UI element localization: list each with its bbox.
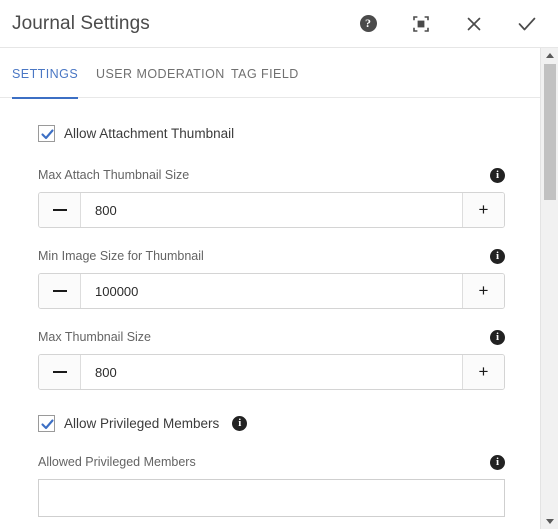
tab-settings-label: SETTINGS (12, 67, 79, 81)
min-image-size-for-thumbnail-label: Min Image Size for Thumbnail (38, 249, 204, 263)
checkmark-icon (41, 418, 54, 429)
plus-icon: + (478, 362, 489, 381)
allowed-privileged-members-label-row: Allowed Privileged Members i (38, 453, 505, 471)
info-icon[interactable]: i (490, 454, 505, 470)
scroll-down-button[interactable] (541, 514, 558, 529)
info-icon[interactable]: i (490, 248, 505, 264)
scrollbar-thumb[interactable] (544, 64, 556, 200)
settings-content: Allow Attachment Thumbnail Max Attach Th… (0, 99, 540, 529)
field-max-attach-thumbnail-size: Max Attach Thumbnail Size i + (38, 166, 505, 228)
minus-icon (52, 209, 67, 211)
allowed-privileged-members-input[interactable] (38, 479, 505, 517)
field-min-image-size-for-thumbnail: Min Image Size for Thumbnail i + (38, 247, 505, 309)
header-actions: ? (355, 0, 540, 47)
close-icon (467, 17, 481, 30)
allow-attachment-thumbnail-checkbox[interactable] (38, 124, 55, 142)
max-thumbnail-size-label: Max Thumbnail Size (38, 330, 152, 344)
chevron-up-icon (545, 53, 554, 58)
settings-form: Allow Attachment Thumbnail Max Attach Th… (38, 99, 505, 529)
vertical-scrollbar[interactable] (540, 48, 558, 529)
tab-user-moderation[interactable]: USER MODERATION (96, 67, 225, 81)
allow-privileged-members-checkbox[interactable] (38, 414, 55, 432)
journal-settings-dialog: Journal Settings ? SETTINGS USER MODERAT… (0, 0, 558, 529)
field-max-thumbnail-size: Max Thumbnail Size i + (38, 328, 505, 390)
tab-tag-field-label: TAG FIELD (231, 67, 299, 81)
min-image-size-label-row: Min Image Size for Thumbnail i (38, 247, 505, 265)
plus-icon: + (478, 281, 489, 300)
min-image-size-for-thumbnail-input[interactable] (81, 274, 462, 308)
fullscreen-button[interactable] (408, 11, 434, 37)
info-icon[interactable]: i (490, 167, 505, 183)
allowed-privileged-members-label: Allowed Privileged Members (38, 455, 196, 469)
help-button[interactable]: ? (355, 11, 381, 37)
tab-bar: SETTINGS USER MODERATION TAG FIELD (0, 48, 540, 100)
minus-icon (52, 290, 67, 292)
max-attach-thumbnail-size-stepper: + (38, 192, 505, 228)
help-icon: ? (359, 15, 377, 32)
checkmark-icon (41, 128, 54, 139)
tab-tag-field[interactable]: TAG FIELD (231, 67, 299, 81)
info-icon[interactable]: i (490, 329, 505, 345)
max-attach-thumbnail-size-label-row: Max Attach Thumbnail Size i (38, 166, 505, 184)
dialog-header: Journal Settings ? (0, 0, 558, 48)
fullscreen-icon (413, 15, 429, 32)
check-icon (518, 17, 536, 30)
max-attach-thumbnail-size-increment[interactable]: + (462, 193, 504, 227)
max-thumbnail-size-input[interactable] (81, 355, 462, 389)
tab-settings[interactable]: SETTINGS (12, 67, 79, 100)
scroll-up-button[interactable] (541, 48, 558, 63)
allow-privileged-members-label: Allow Privileged Members (64, 415, 220, 431)
info-icon[interactable]: i (232, 415, 248, 431)
max-thumbnail-size-decrement[interactable] (39, 355, 81, 389)
max-thumbnail-size-stepper: + (38, 354, 505, 390)
plus-icon: + (478, 200, 489, 219)
page-title: Journal Settings (12, 13, 150, 34)
max-attach-thumbnail-size-input[interactable] (81, 193, 462, 227)
min-image-size-for-thumbnail-increment[interactable]: + (462, 274, 504, 308)
tab-user-moderation-label: USER MODERATION (96, 67, 225, 81)
max-thumbnail-size-label-row: Max Thumbnail Size i (38, 328, 505, 346)
min-image-size-for-thumbnail-decrement[interactable] (39, 274, 81, 308)
confirm-button[interactable] (514, 11, 540, 37)
max-thumbnail-size-increment[interactable]: + (462, 355, 504, 389)
minus-icon (52, 371, 67, 373)
field-allow-privileged-members[interactable]: Allow Privileged Members i (38, 412, 505, 434)
chevron-down-icon (545, 519, 554, 524)
close-button[interactable] (461, 11, 487, 37)
max-attach-thumbnail-size-decrement[interactable] (39, 193, 81, 227)
field-allow-attachment-thumbnail[interactable]: Allow Attachment Thumbnail (38, 122, 505, 144)
max-attach-thumbnail-size-label: Max Attach Thumbnail Size (38, 168, 190, 182)
field-allowed-privileged-members: Allowed Privileged Members i ✕ /social/g… (38, 453, 505, 529)
min-image-size-for-thumbnail-stepper: + (38, 273, 505, 309)
allow-attachment-thumbnail-label: Allow Attachment Thumbnail (64, 125, 235, 141)
